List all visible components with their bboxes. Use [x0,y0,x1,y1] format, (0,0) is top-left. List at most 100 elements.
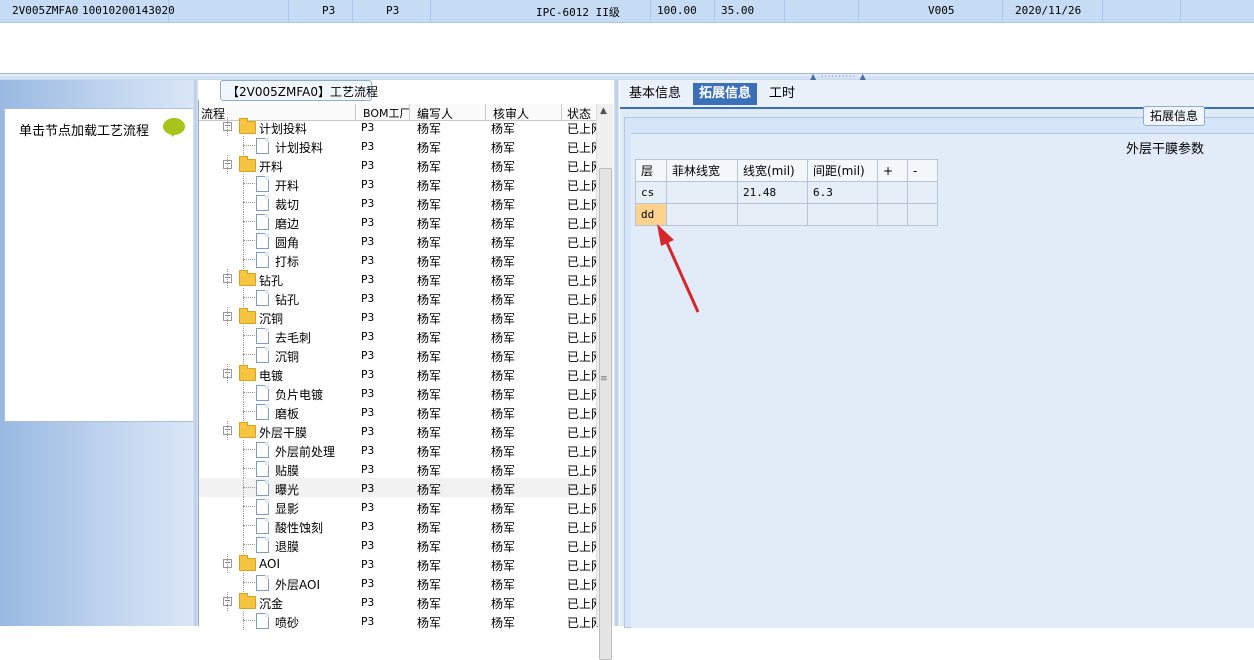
tree-row[interactable]: 显影 P3 杨军 杨军 已上网 [199,497,603,516]
folder-icon [239,555,256,571]
thickness-cell: 35.00 [721,4,755,17]
folder-icon [239,118,256,134]
document-icon [256,195,269,211]
tree-cell-writer: 杨军 [417,426,442,440]
param-section-title: 外层干膜参数 [1126,142,1205,157]
middle-vertical-splitter[interactable] [614,80,619,626]
tree-cell-writer: 杨军 [417,331,442,345]
tree-node-label: 开料 [259,160,284,174]
header-spacing[interactable]: 间距(mil) [807,159,878,182]
tree-node-label: 退膜 [275,540,300,554]
cell-extra-2[interactable] [907,203,938,226]
header-line-width[interactable]: 线宽(mil) [737,159,808,182]
tree-row[interactable]: 外层前处理 P3 杨军 杨军 已上网 [199,440,603,459]
tree-cell-writer: 杨军 [417,597,442,611]
cell-extra-1[interactable] [877,181,908,204]
tree-cell-reviewer: 杨军 [491,616,516,630]
outer-dry-film-param-table[interactable]: 层 菲林线宽 线宽(mil) 间距(mil) + - cs 21.48 6.3 … [635,159,938,226]
tree-cell-reviewer: 杨军 [491,388,516,402]
tree-row[interactable]: 曝光 P3 杨军 杨军 已上网 [199,478,603,497]
tree-row[interactable]: 圆角 P3 杨军 杨军 已上网 [199,231,603,250]
tree-cell-writer: 杨军 [417,502,442,516]
speech-bubble-icon[interactable] [163,118,185,137]
tab-work-hours[interactable]: 工时 [763,83,801,105]
tree-cell-reviewer: 杨军 [491,369,516,383]
cell-line-width[interactable]: 21.48 [737,181,808,204]
tree-row[interactable]: − 电镀 P3 杨军 杨军 已上网 [199,364,603,383]
tree-cell-writer: 杨军 [417,198,442,212]
tree-cell-bom: P3 [361,482,375,495]
tree-node-label: 磨边 [275,217,300,231]
tree-row[interactable]: 磨边 P3 杨军 杨军 已上网 [199,212,603,231]
tree-row[interactable]: 外层AOI P3 杨军 杨军 已上网 [199,573,603,592]
splitter-grip-icon[interactable]: ▲ ·········· ▲ [810,73,880,81]
tree-node-label: 开料 [275,179,300,193]
tree-cell-bom: P3 [361,311,375,324]
document-icon [256,233,269,249]
cell-spacing[interactable] [807,203,878,226]
tree-node-label: 圆角 [275,236,300,250]
document-icon [256,404,269,420]
cell-layer[interactable]: dd [635,203,667,226]
order-grid-empty-area [0,23,1254,74]
tree-row[interactable]: 裁切 P3 杨军 杨军 已上网 [199,193,603,212]
scroll-up-icon[interactable]: ▲ [600,106,607,116]
tree-row[interactable]: 磨板 P3 杨军 杨军 已上网 [199,402,603,421]
tree-scrollbar[interactable]: ▲ ≡ [596,104,613,660]
tree-row[interactable]: − 沉金 P3 杨军 杨军 已上网 [199,592,603,611]
quantity-cell: 100.00 [657,4,697,17]
tree-node-label: 沉铜 [275,350,300,364]
tree-row[interactable]: 酸性蚀刻 P3 杨军 杨军 已上网 [199,516,603,535]
tree-cell-bom: P3 [361,254,375,267]
table-row[interactable]: dd [635,203,938,226]
process-flow-tree[interactable]: 流程 BOM工厂 编写人 核审人 状态 − 计划投料 P3 杨军 杨军 已上网 计划投料 P3… [198,100,615,630]
tab-extended-info[interactable]: 拓展信息 [693,83,758,105]
tree-row[interactable]: 计划投料 P3 杨军 杨军 已上网 [199,136,603,155]
tree-row[interactable]: 去毛刺 P3 杨军 杨军 已上网 [199,326,603,345]
cell-film-width[interactable] [666,203,738,226]
tree-row[interactable]: 负片电镀 P3 杨军 杨军 已上网 [199,383,603,402]
tree-cell-writer: 杨军 [417,160,442,174]
tree-row[interactable]: − 外层干膜 P3 杨军 杨军 已上网 [199,421,603,440]
tree-cell-bom: P3 [361,539,375,552]
tree-row[interactable]: − 计划投料 P3 杨军 杨军 已上网 [199,117,603,136]
tree-cell-bom: P3 [361,425,375,438]
header-layer[interactable]: 层 [635,159,667,182]
cell-line-width[interactable] [737,203,808,226]
extended-info-group-title: 拓展信息 [1143,106,1205,126]
tree-row[interactable]: 钻孔 P3 杨军 杨军 已上网 [199,288,603,307]
tree-row[interactable]: − 沉铜 P3 杨军 杨军 已上网 [199,307,603,326]
tree-node-label: 显影 [275,502,300,516]
cell-extra-1[interactable] [877,203,908,226]
tree-cell-bom: P3 [361,140,375,153]
scrollbar-thumb[interactable] [599,168,612,660]
tree-row[interactable]: − 钻孔 P3 杨军 杨军 已上网 [199,269,603,288]
tree-row[interactable]: − AOI P3 杨军 杨军 已上网 [199,554,603,573]
document-icon [256,613,269,629]
tree-node-label: 外层前处理 [275,445,336,459]
tree-cell-bom: P3 [361,387,375,400]
cell-extra-2[interactable] [907,181,938,204]
tree-row[interactable]: 开料 P3 杨军 杨军 已上网 [199,174,603,193]
tree-row[interactable]: 喷砂 P3 杨军 杨军 已上网 [199,611,603,630]
folder-icon [239,270,256,286]
tree-row[interactable]: 退膜 P3 杨军 杨军 已上网 [199,535,603,554]
tree-cell-reviewer: 杨军 [491,141,516,155]
tree-cell-bom: P3 [361,197,375,210]
tree-row[interactable]: 打标 P3 杨军 杨军 已上网 [199,250,603,269]
remove-column-button[interactable]: - [907,159,938,182]
cell-spacing[interactable]: 6.3 [807,181,878,204]
table-row[interactable]: cs 21.48 6.3 [635,181,938,204]
tree-row[interactable]: 沉铜 P3 杨军 杨军 已上网 [199,345,603,364]
tree-row[interactable]: 贴膜 P3 杨军 杨军 已上网 [199,459,603,478]
header-film-width[interactable]: 菲林线宽 [666,159,738,182]
tree-row[interactable]: − 开料 P3 杨军 杨军 已上网 [199,155,603,174]
cell-film-width[interactable] [666,181,738,204]
order-grid-row[interactable]: 2V005ZMFA0 10010200143020 P3 P3 IPC-6012… [0,0,1254,23]
cell-layer[interactable]: cs [635,181,667,204]
tab-basic-info[interactable]: 基本信息 [623,83,687,105]
document-icon [256,575,269,591]
document-icon [256,214,269,230]
date-cell: 2020/11/26 [1015,4,1082,17]
add-column-button[interactable]: + [877,159,908,182]
